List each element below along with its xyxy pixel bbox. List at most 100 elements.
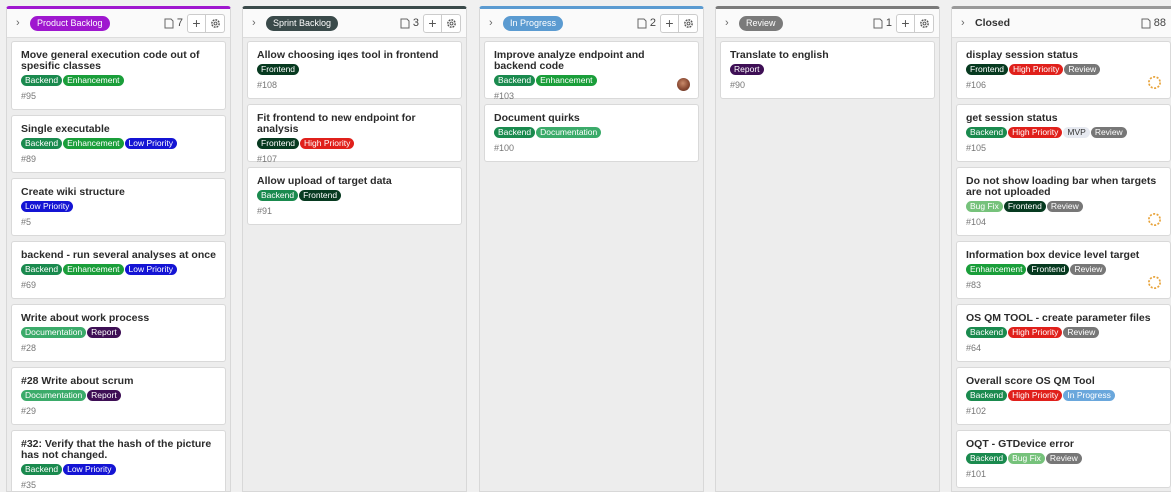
issue-card[interactable]: Document quirks Backend Documentation #100 bbox=[484, 104, 699, 162]
issue-card[interactable]: #28 Write about scrum Documentation Report… bbox=[11, 367, 226, 425]
chevron-right-icon[interactable]: › bbox=[725, 17, 737, 29]
label-low-priority[interactable]: Low Priority bbox=[63, 464, 116, 475]
issue-title[interactable]: OQT - GTDevice error bbox=[966, 439, 1161, 450]
issue-card[interactable]: Create wiki structure Low Priority #5 bbox=[11, 178, 226, 236]
settings-button[interactable] bbox=[915, 13, 934, 33]
label-frontend[interactable]: Frontend bbox=[257, 64, 300, 75]
issue-title[interactable]: Overall score OS QM Tool bbox=[966, 376, 1161, 387]
label-enhancement[interactable]: Enhancement bbox=[63, 138, 124, 149]
chevron-right-icon[interactable]: › bbox=[252, 17, 264, 29]
issue-card[interactable]: Write about work process Documentation Rep… bbox=[11, 304, 226, 362]
label-review[interactable]: Review bbox=[1063, 327, 1100, 338]
issue-title[interactable]: Document quirks bbox=[494, 113, 689, 124]
label-backend[interactable]: Backend bbox=[966, 453, 1008, 464]
issue-title[interactable]: Translate to english bbox=[730, 50, 925, 61]
issue-title[interactable]: Allow choosing iqes tool in frontend bbox=[257, 50, 452, 61]
label-report[interactable]: Report bbox=[87, 327, 121, 338]
issue-card[interactable]: OS QM TOOL - create parameter files Backe… bbox=[956, 304, 1171, 362]
settings-button[interactable] bbox=[679, 13, 698, 33]
issue-title[interactable]: backend - run several analyses at once bbox=[21, 250, 216, 261]
issue-title[interactable]: Do not show loading bar when targets are… bbox=[966, 176, 1161, 198]
issue-title[interactable]: Improve analyze endpoint and backend cod… bbox=[494, 50, 689, 72]
issue-card[interactable]: Move general execution code out of spesi… bbox=[11, 41, 226, 110]
issue-title[interactable]: Move general execution code out of spesi… bbox=[21, 50, 216, 72]
label-review[interactable]: Review bbox=[1045, 453, 1082, 464]
issue-title[interactable]: Information box device level target bbox=[966, 250, 1161, 261]
add-issue-button[interactable]: + bbox=[187, 13, 206, 33]
label-backend[interactable]: Backend bbox=[966, 327, 1008, 338]
issue-card[interactable]: display session status Frontend High Prior… bbox=[956, 41, 1171, 99]
issue-card[interactable]: OQT - GTDevice error Backend Bug Fix Review… bbox=[956, 430, 1171, 488]
chevron-right-icon[interactable]: › bbox=[961, 17, 973, 29]
assignee-avatar[interactable] bbox=[677, 78, 690, 91]
label-report[interactable]: Report bbox=[87, 390, 121, 401]
label-mvp[interactable]: MVP bbox=[1063, 127, 1090, 138]
chevron-right-icon[interactable]: › bbox=[489, 17, 501, 29]
label-high-priority[interactable]: High Priority bbox=[1009, 64, 1064, 75]
issue-card[interactable]: Single executable Backend Enhancement Low P… bbox=[11, 115, 226, 173]
label-backend[interactable]: Backend bbox=[21, 75, 63, 86]
issue-card[interactable]: Overall score OS QM Tool Backend High Prio… bbox=[956, 367, 1171, 425]
issue-card[interactable]: Allow upload of target data Backend Fronte… bbox=[247, 167, 462, 225]
pipeline-status-icon[interactable] bbox=[1147, 275, 1162, 290]
label-low-priority[interactable]: Low Priority bbox=[21, 201, 74, 212]
pipeline-status-icon[interactable] bbox=[1147, 212, 1162, 227]
label-frontend[interactable]: Frontend bbox=[299, 190, 342, 201]
issue-card[interactable]: Improve analyze endpoint and backend cod… bbox=[484, 41, 699, 101]
settings-button[interactable] bbox=[442, 13, 461, 33]
issue-card[interactable]: Fit frontend to new endpoint for analysi… bbox=[247, 104, 462, 164]
issue-card[interactable]: Do not show loading bar when targets are… bbox=[956, 167, 1171, 236]
label-backend[interactable]: Backend bbox=[21, 464, 63, 475]
label-backend[interactable]: Backend bbox=[966, 390, 1008, 401]
settings-button[interactable] bbox=[206, 13, 225, 33]
label-review[interactable]: Review bbox=[1064, 64, 1101, 75]
label-documentation[interactable]: Documentation bbox=[536, 127, 602, 138]
label-high-priority[interactable]: High Priority bbox=[300, 138, 355, 149]
label-backend[interactable]: Backend bbox=[494, 127, 536, 138]
label-backend[interactable]: Backend bbox=[21, 138, 63, 149]
pipeline-status-icon[interactable] bbox=[1147, 75, 1162, 90]
label-enhancement[interactable]: Enhancement bbox=[966, 264, 1027, 275]
label-low-priority[interactable]: Low Priority bbox=[124, 264, 177, 275]
label-documentation[interactable]: Documentation bbox=[21, 327, 87, 338]
label-frontend[interactable]: Frontend bbox=[257, 138, 300, 149]
label-in-progress[interactable]: In Progress bbox=[1063, 390, 1115, 401]
label-report[interactable]: Report bbox=[730, 64, 764, 75]
label-frontend[interactable]: Frontend bbox=[1027, 264, 1070, 275]
label-high-priority[interactable]: High Priority bbox=[1008, 127, 1063, 138]
label-documentation[interactable]: Documentation bbox=[21, 390, 87, 401]
label-backend[interactable]: Backend bbox=[966, 127, 1008, 138]
issue-title[interactable]: OS QM TOOL - create parameter files bbox=[966, 313, 1161, 324]
add-issue-button[interactable]: + bbox=[423, 13, 442, 33]
label-backend[interactable]: Backend bbox=[494, 75, 536, 86]
issue-title[interactable]: get session status bbox=[966, 113, 1161, 124]
label-review[interactable]: Review bbox=[1090, 127, 1127, 138]
issue-card[interactable]: backend - run several analyses at once Ba… bbox=[11, 241, 226, 299]
label-enhancement[interactable]: Enhancement bbox=[63, 75, 124, 86]
label-bug-fix[interactable]: Bug Fix bbox=[1008, 453, 1045, 464]
issue-title[interactable]: #28 Write about scrum bbox=[21, 376, 216, 387]
issue-title[interactable]: Create wiki structure bbox=[21, 187, 216, 198]
label-high-priority[interactable]: High Priority bbox=[1008, 390, 1063, 401]
add-issue-button[interactable]: + bbox=[660, 13, 679, 33]
chevron-right-icon[interactable]: › bbox=[16, 17, 28, 29]
label-backend[interactable]: Backend bbox=[257, 190, 299, 201]
issue-title[interactable]: Fit frontend to new endpoint for analysi… bbox=[257, 113, 452, 135]
issue-card[interactable]: Information box device level target Enhan… bbox=[956, 241, 1171, 299]
issue-card[interactable]: #32: Verify that the hash of the picture… bbox=[11, 430, 226, 491]
label-bug-fix[interactable]: Bug Fix bbox=[966, 201, 1003, 212]
label-backend[interactable]: Backend bbox=[21, 264, 63, 275]
label-review[interactable]: Review bbox=[1070, 264, 1107, 275]
label-review[interactable]: Review bbox=[1046, 201, 1083, 212]
label-enhancement[interactable]: Enhancement bbox=[63, 264, 124, 275]
issue-title[interactable]: Write about work process bbox=[21, 313, 216, 324]
label-frontend[interactable]: Frontend bbox=[966, 64, 1009, 75]
issue-title[interactable]: Single executable bbox=[21, 124, 216, 135]
issue-card[interactable]: get session status Backend High Priority MV… bbox=[956, 104, 1171, 162]
issue-card[interactable]: Allow choosing iqes tool in frontend Fron… bbox=[247, 41, 462, 99]
label-frontend[interactable]: Frontend bbox=[1003, 201, 1046, 212]
issue-card[interactable]: Translate to english Report #90 bbox=[720, 41, 935, 99]
label-enhancement[interactable]: Enhancement bbox=[536, 75, 597, 86]
issue-title[interactable]: Allow upload of target data bbox=[257, 176, 452, 187]
add-issue-button[interactable]: + bbox=[896, 13, 915, 33]
